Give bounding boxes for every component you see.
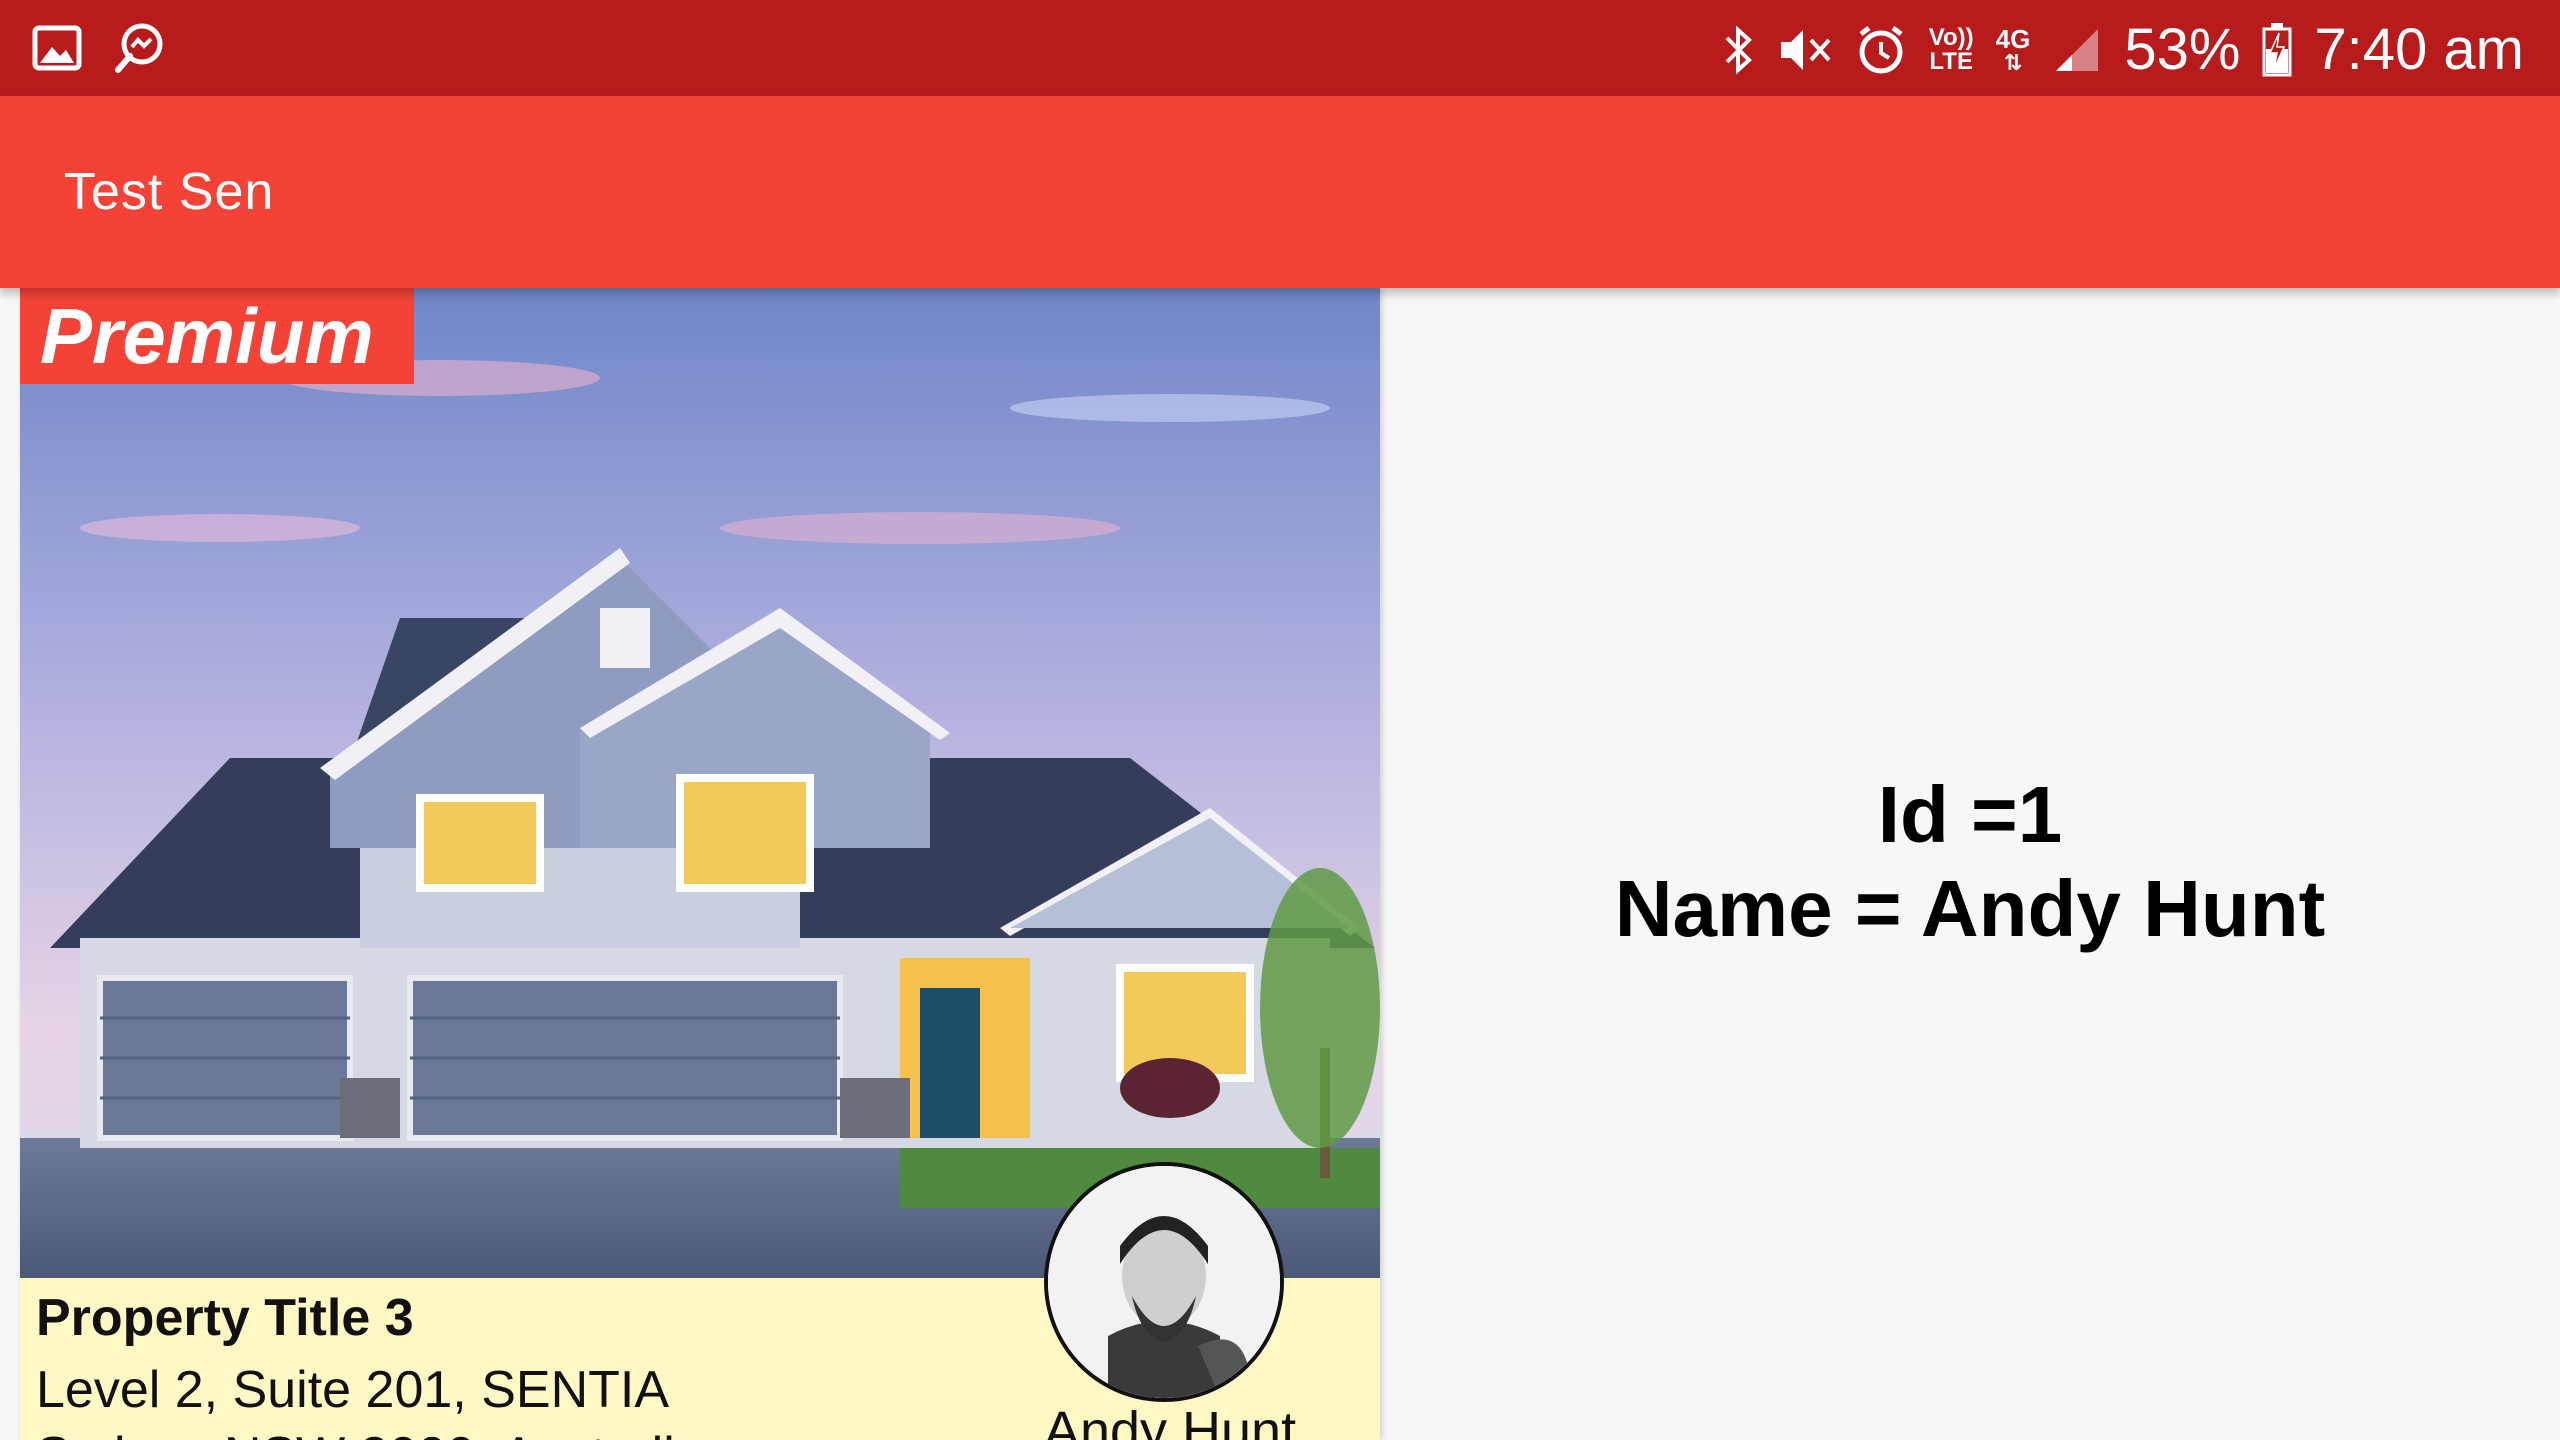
signal-icon: [2052, 25, 2102, 75]
property-address-line2: Sydney NSW 2000, Australia: [36, 1426, 704, 1440]
battery-percent: 53%: [2124, 17, 2241, 82]
messenger-icon: [114, 22, 166, 74]
property-title: Property Title 3: [36, 1289, 414, 1347]
property-card[interactable]: Premium Property Title 3 Level 2, Suite …: [20, 288, 1380, 1440]
status-bar: Vo)) LTE 4G ⇅ 53% 7:40 am: [0, 0, 2560, 96]
bluetooth-icon: [1721, 24, 1755, 76]
detail-text: Id =1 Name = Andy Hunt: [1380, 768, 2560, 956]
property-image[interactable]: [20, 288, 1380, 1278]
detail-name: Name = Andy Hunt: [1614, 864, 2326, 953]
volte-icon: Vo)) LTE: [1928, 24, 1974, 75]
status-left-icons: [32, 22, 166, 74]
4g-icon: 4G ⇅: [1995, 24, 2031, 75]
agent-avatar[interactable]: [1044, 1162, 1284, 1402]
detail-id: Id =1: [1877, 770, 2063, 859]
status-right-icons: Vo)) LTE 4G ⇅ 53% 7:40 am: [1721, 14, 2524, 86]
app-bar: Test Sen: [0, 96, 2560, 288]
premium-badge: Premium: [20, 288, 414, 384]
agent-name: Andy Hunt: [1043, 1401, 1297, 1440]
detail-pane: Id =1 Name = Andy Hunt: [1380, 288, 2560, 1440]
gallery-icon: [32, 25, 82, 71]
mute-icon: [1777, 24, 1833, 76]
alarm-icon: [1855, 24, 1907, 76]
clock: 7:40 am: [2314, 17, 2524, 82]
battery-charging-icon: [2262, 23, 2292, 77]
property-address: Level 2, Suite 201, SENTIA: [36, 1361, 670, 1419]
app-title: Test Sen: [64, 163, 275, 221]
